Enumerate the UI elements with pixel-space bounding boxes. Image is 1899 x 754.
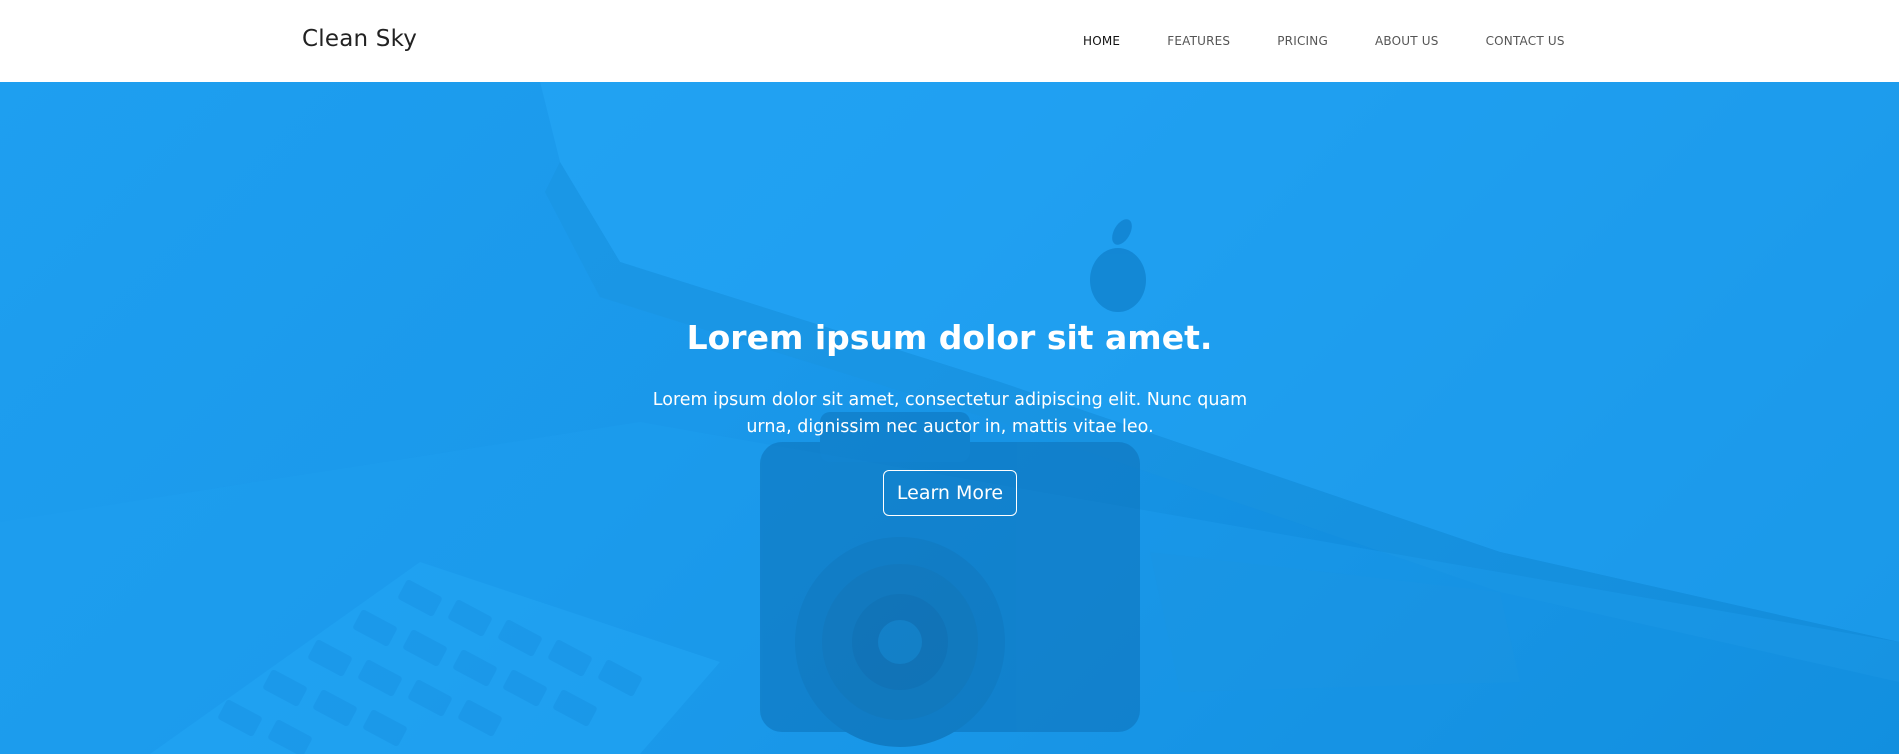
- brand-logo-link[interactable]: Clean Sky: [302, 26, 417, 52]
- hero-content: Lorem ipsum dolor sit amet. Lorem ipsum …: [0, 82, 1899, 754]
- hero-description: Lorem ipsum dolor sit amet, consectetur …: [652, 390, 1248, 437]
- nav-link-contact-us[interactable]: CONTACT US: [1486, 34, 1565, 48]
- nav-link-features[interactable]: FEATURES: [1167, 34, 1230, 48]
- nav-link-pricing[interactable]: PRICING: [1277, 34, 1328, 48]
- nav-link-about-us[interactable]: ABOUT US: [1375, 34, 1439, 48]
- nav-link-home[interactable]: HOME: [1083, 34, 1120, 48]
- hero-section: Lorem ipsum dolor sit amet. Lorem ipsum …: [0, 82, 1899, 754]
- top-navbar: Clean Sky HOME FEATURES PRICING ABOUT US…: [0, 0, 1899, 82]
- hero-title: Lorem ipsum dolor sit amet.: [686, 318, 1213, 357]
- main-navigation: HOME FEATURES PRICING ABOUT US CONTACT U…: [1083, 34, 1565, 48]
- learn-more-button[interactable]: Learn More: [883, 470, 1017, 516]
